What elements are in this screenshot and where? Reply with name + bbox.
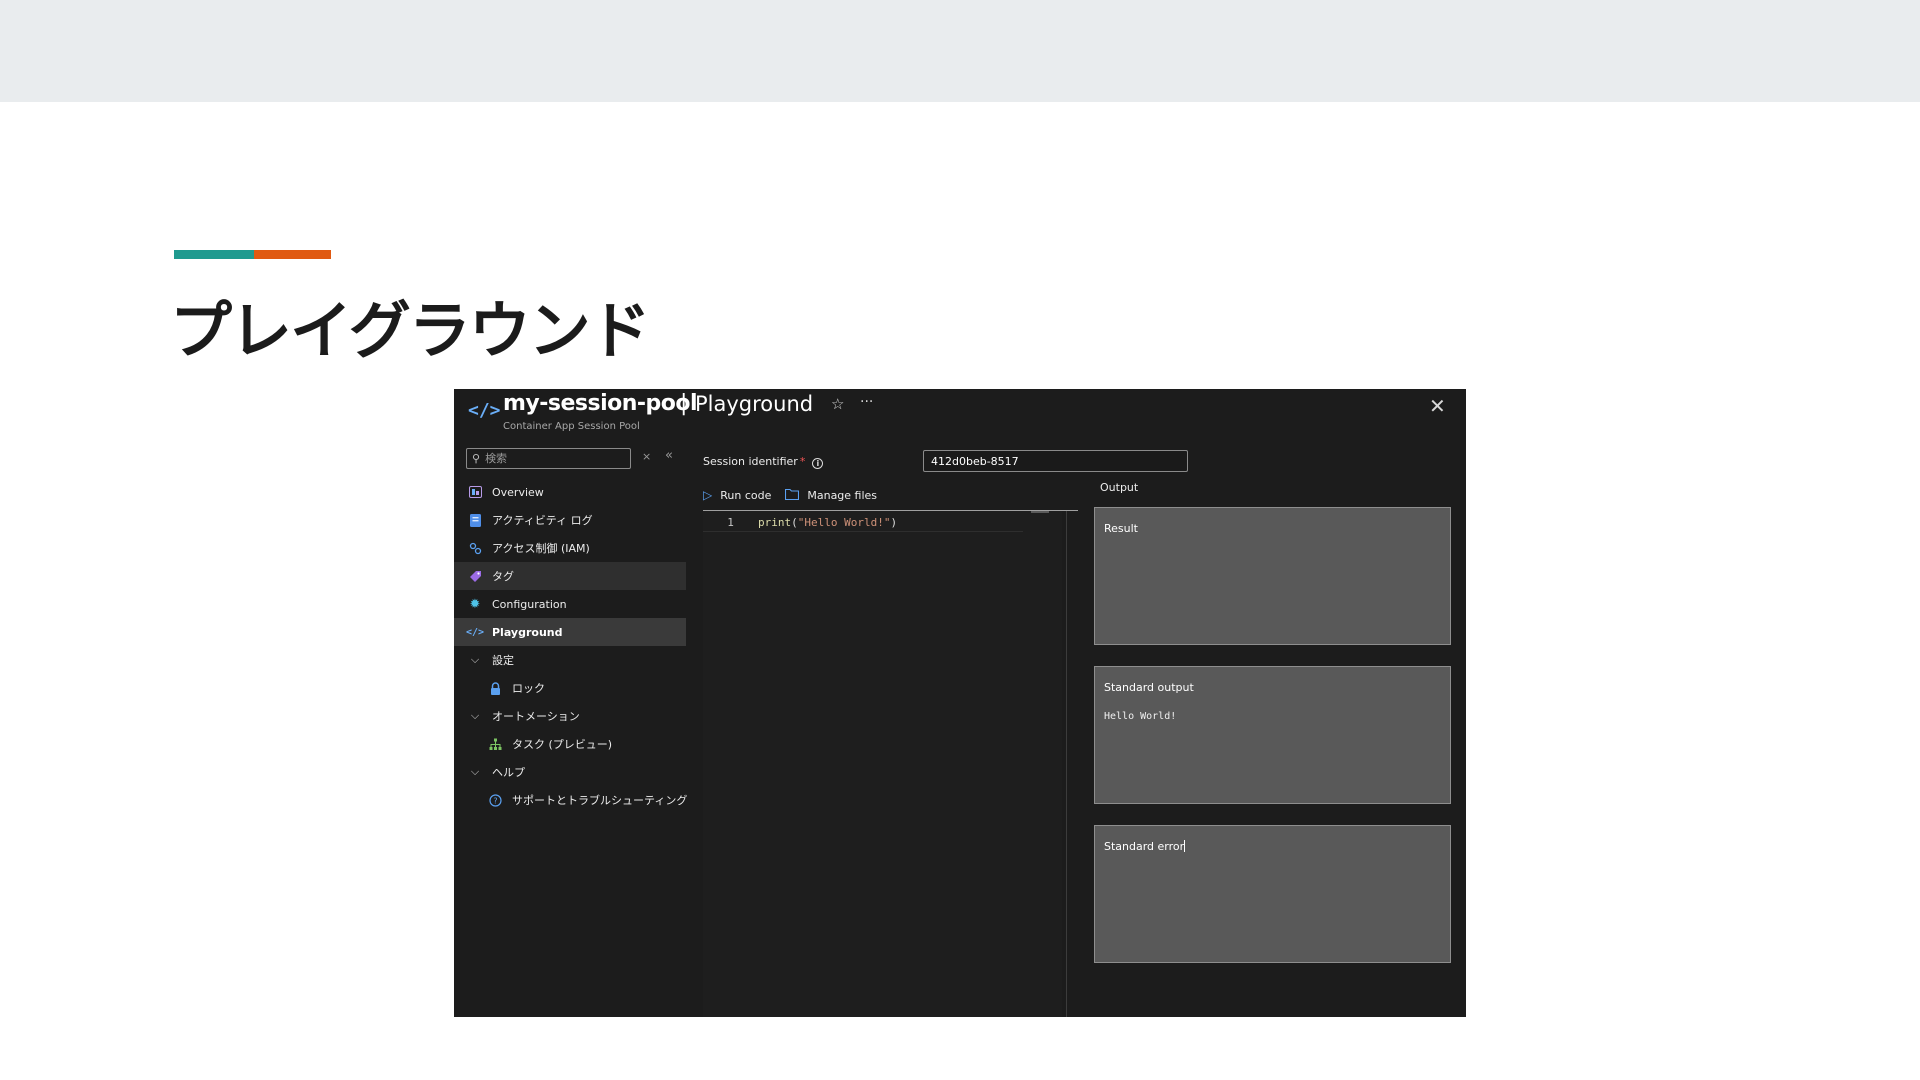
- blade-header: </> my-session-pool | Playground Contain…: [454, 389, 1466, 437]
- code-paren-close: ): [890, 516, 898, 529]
- tag-icon: [468, 569, 482, 583]
- play-icon: ▷: [703, 488, 713, 502]
- search-box[interactable]: ⚲: [466, 448, 631, 469]
- session-identifier-label: Session identifier * i: [703, 455, 824, 469]
- session-identifier-input[interactable]: [923, 450, 1188, 472]
- sidebar-item-label: 設定: [492, 654, 514, 667]
- standard-error-panel: Standard error: [1094, 825, 1451, 963]
- gear-icon: ✹: [469, 596, 481, 612]
- chevron-down-icon: ⌵: [470, 765, 480, 778]
- code-string: "Hello World!": [797, 516, 891, 529]
- slide-title: プレイグラウンド: [170, 294, 651, 367]
- sidebar-item-overview[interactable]: Overview: [454, 478, 686, 506]
- sidebar-item-support[interactable]: ? サポートとトラブルシューティング: [454, 786, 688, 814]
- folder-icon: [785, 488, 800, 503]
- code-brackets-icon: </>: [468, 400, 501, 421]
- stderr-label-text: Standard error: [1104, 840, 1185, 853]
- sidebar-nav: Overview アクティビティ ログ アクセス制御 (IAM) タグ ✹ Co…: [454, 478, 688, 814]
- collapse-sidebar-icon[interactable]: «: [665, 448, 673, 463]
- sidebar-item-label: アクティビティ ログ: [492, 514, 593, 527]
- sidebar-item-label: Configuration: [492, 597, 567, 611]
- required-marker: *: [799, 455, 806, 468]
- sidebar-item-label: タスク (プレビュー): [512, 738, 613, 751]
- sidebar-group-automation[interactable]: ⌵ オートメーション: [454, 702, 686, 730]
- sidebar-item-playground[interactable]: </> Playground: [454, 618, 686, 646]
- editor-scrollbar[interactable]: [1066, 511, 1067, 1017]
- sidebar-item-tasks[interactable]: タスク (プレビュー): [454, 730, 686, 758]
- playground-screenshot: </> my-session-pool | Playground Contain…: [454, 389, 1466, 1017]
- sidebar-item-label: ヘルプ: [492, 766, 525, 779]
- title-separator: |: [680, 391, 688, 416]
- code-brackets-icon: </>: [465, 626, 485, 638]
- sidebar-item-activity-log[interactable]: アクティビティ ログ: [454, 506, 686, 534]
- result-panel: Result: [1094, 507, 1451, 645]
- favorite-star-icon[interactable]: ☆: [831, 395, 844, 413]
- sidebar: ⚲ × « Overview アクティビティ ログ アク: [454, 437, 688, 1017]
- chevron-down-icon: ⌵: [470, 653, 480, 666]
- standard-output-panel: Standard output Hello World!: [1094, 666, 1451, 804]
- close-icon[interactable]: ✕: [1429, 394, 1446, 418]
- top-band: [0, 0, 1920, 102]
- iam-icon: [468, 541, 482, 555]
- sidebar-item-iam[interactable]: アクセス制御 (IAM): [454, 534, 686, 562]
- tasks-icon: [488, 737, 502, 751]
- help-circle-icon: ?: [488, 793, 502, 807]
- code-paren-open: (: [791, 516, 798, 529]
- resource-name: my-session-pool: [503, 391, 698, 416]
- code-editor[interactable]: 1 print("Hello World!"): [703, 511, 1062, 1017]
- clear-search-icon[interactable]: ×: [642, 450, 651, 463]
- resource-subtitle: Container App Session Pool: [503, 421, 640, 432]
- output-title: Output: [1100, 481, 1139, 494]
- result-label: Result: [1104, 522, 1138, 535]
- chevron-down-icon: ⌵: [470, 709, 480, 722]
- sidebar-item-label: サポートとトラブルシューティング: [512, 794, 688, 807]
- more-options-icon[interactable]: ···: [860, 394, 873, 410]
- text-caret: [1184, 840, 1186, 852]
- sidebar-item-locks[interactable]: ロック: [454, 674, 686, 702]
- code-line[interactable]: 1 print("Hello World!"): [703, 514, 1023, 532]
- stderr-label: Standard error: [1104, 840, 1186, 853]
- sidebar-item-configuration[interactable]: ✹ Configuration: [454, 590, 686, 618]
- blade-title: Playground: [695, 392, 814, 416]
- search-input[interactable]: [485, 452, 616, 465]
- session-label-text: Session identifier: [703, 455, 798, 468]
- line-number: 1: [727, 516, 734, 529]
- stdout-value: Hello World!: [1104, 711, 1177, 722]
- editor-toolbar: ▷ Run code Manage files: [703, 484, 891, 506]
- stdout-label: Standard output: [1104, 681, 1194, 694]
- sidebar-group-help[interactable]: ⌵ ヘルプ: [454, 758, 686, 786]
- overview-icon: [468, 485, 482, 499]
- run-code-label: Run code: [720, 488, 772, 502]
- sidebar-item-label: ロック: [512, 682, 545, 695]
- run-code-button[interactable]: ▷ Run code: [703, 488, 771, 502]
- manage-files-label: Manage files: [807, 488, 878, 502]
- sidebar-item-label: Playground: [492, 625, 563, 639]
- sidebar-item-label: アクセス制御 (IAM): [492, 542, 590, 555]
- sidebar-item-label: Overview: [492, 485, 544, 499]
- code-function: print: [758, 516, 792, 529]
- accent-orange: [254, 250, 331, 259]
- sidebar-group-settings[interactable]: ⌵ 設定: [454, 646, 686, 674]
- sidebar-item-label: タグ: [492, 570, 514, 583]
- minimap-marker: [1031, 511, 1049, 513]
- lock-icon: [488, 681, 502, 695]
- sidebar-item-label: オートメーション: [492, 710, 580, 723]
- manage-files-button[interactable]: Manage files: [785, 488, 877, 503]
- accent-bar: [174, 250, 331, 259]
- accent-teal: [174, 250, 254, 259]
- info-icon[interactable]: i: [812, 458, 824, 469]
- activity-log-icon: [468, 513, 482, 527]
- svg-text:?: ?: [493, 796, 497, 805]
- sidebar-item-tags[interactable]: タグ: [454, 562, 686, 590]
- search-icon: ⚲: [472, 452, 481, 465]
